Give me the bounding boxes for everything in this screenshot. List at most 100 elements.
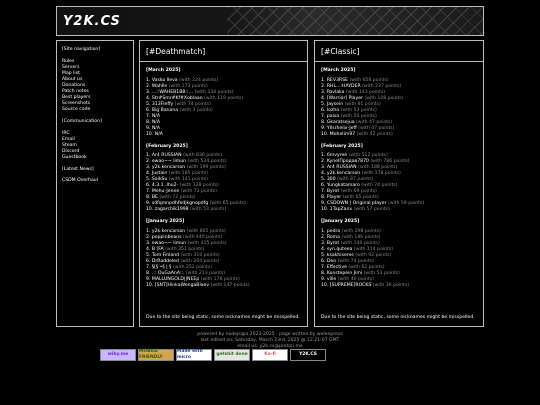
rank-number: 2. <box>321 235 326 241</box>
player-name: paisa <box>326 113 340 119</box>
badge-row: wiby.me MOBILE FRIENDLY Made with micro get… <box>100 349 326 361</box>
rank-number: 2. <box>146 159 151 165</box>
rank-number: 9. <box>321 201 326 207</box>
player-points: (with 114 points) <box>353 247 394 253</box>
rank-number: 5. <box>146 177 151 183</box>
player-name: Tom Finland <box>151 253 180 259</box>
rank-number: 4. <box>146 247 151 253</box>
player-points: (with 224 points) <box>179 77 219 83</box>
comm-link-guestbook[interactable]: Guestbook <box>62 155 128 161</box>
player-points: (with 74 points) <box>337 258 374 264</box>
ranking-list: 1. pedra (with 298 points) 2. Roma (with … <box>321 229 477 289</box>
rank-number: 8. <box>321 195 326 201</box>
player-name: Byrot <box>326 189 340 195</box>
player-points: (with 128 points) <box>179 183 219 189</box>
player-name: [SUPREME]ROCKS <box>329 282 372 288</box>
rank-number: 4. <box>321 171 326 177</box>
site-logo[interactable]: Y2K.CS <box>63 14 121 31</box>
badge-wiby-me[interactable]: wiby.me <box>100 349 136 361</box>
ranking-row: 10. [SUPREME]ROCKS (with 36 points) <box>321 283 477 289</box>
player-name: poppinbeans <box>151 235 182 241</box>
player-name: Vasko Ileva <box>151 77 178 83</box>
player-points: (with 57 points) <box>353 207 390 213</box>
ranking-list: 1. REV3RSE (with 658 points) 2. RHL...:HA… <box>321 78 477 138</box>
badge-made-with-micro[interactable]: Made with micro <box>176 349 212 361</box>
player-name: Konstepein Jimi <box>326 270 363 276</box>
rank-number: 5. <box>321 177 326 183</box>
player-name: §[§ •§ | § <box>151 264 172 270</box>
player-points: (with 65 points) <box>342 195 379 201</box>
player-points: (with 69 points) <box>340 189 377 195</box>
player-name: Justain <box>151 171 168 177</box>
player-points: (with 50 points) <box>340 113 377 119</box>
ranking-row: 10. N/A <box>146 132 301 138</box>
rank-number: 1. <box>321 229 326 235</box>
nav-link-source-code[interactable]: Source code <box>62 107 128 113</box>
player-points: (with 186 points) <box>341 235 381 241</box>
rank-number: 7. <box>146 264 151 270</box>
player-points: (with 74 points) <box>361 183 398 189</box>
rank-number: 10. <box>321 131 329 137</box>
player-points: (with 213 points) <box>185 270 226 276</box>
rank-number: 6. <box>146 107 151 113</box>
player-name: syn.quteea <box>326 247 353 253</box>
player-points: (with 143 points) <box>345 89 386 95</box>
player-name: 1TapZanx <box>329 207 353 213</box>
player-points: (with 42 points) <box>356 131 393 137</box>
player-name: zagarchik1998 <box>154 207 189 213</box>
player-points: (with 134 points) <box>194 89 234 95</box>
badge-mobile-friendly[interactable]: MOBILE FRIENDLY <box>138 349 174 361</box>
player-name: Ar4 RUSSIAN <box>151 153 182 159</box>
player-points: (with 141 points) <box>168 177 208 183</box>
badge-y2k-cs[interactable]: Y2K.CS <box>290 349 326 361</box>
nav-links: Rules Servers Map list About us Donations Pat… <box>62 59 128 113</box>
player-points: (with 176 points) <box>200 276 240 282</box>
month-heading: [February 2025] <box>321 143 363 149</box>
rank-number: 4. <box>146 171 151 177</box>
month-heading: [March 2025] <box>146 67 181 73</box>
player-points: (with 87 points) <box>337 177 374 183</box>
rank-number: 3. <box>146 89 151 95</box>
player-points: (with 836 points) <box>183 153 223 159</box>
rank-number: 3. <box>321 89 326 95</box>
player-name: MALLUNGOLD||NEEp <box>151 276 200 282</box>
site-banner[interactable]: Y2K.CS <box>56 6 484 36</box>
rank-number: 6. <box>321 258 326 264</box>
badge-ko-fi[interactable]: Ko-fi <box>252 349 288 361</box>
rank-number: 5. <box>321 101 326 107</box>
player-points: (with 73 points) <box>180 189 217 195</box>
player-points: (with 237 points) <box>362 83 402 89</box>
rank-number: 4. <box>146 95 151 101</box>
rank-number: 5. <box>321 253 326 259</box>
rank-number: 10. <box>146 207 154 213</box>
rank-number: 3. <box>321 241 326 247</box>
ranking-list: 1. 6mvyree (with 512 points) 2. KyneIПрод… <box>321 153 477 213</box>
player-points: (with 264 points) <box>180 258 220 264</box>
communication-links: IRC Email Steam Discord Guestbook <box>62 131 128 161</box>
divider <box>315 60 483 62</box>
player-name: Effective <box>326 264 347 270</box>
player-name: YIlsrhelix-Jeff <box>326 125 357 131</box>
news-link-csdm-overhaul[interactable]: CSDM Overhaul <box>62 178 128 184</box>
rank-number: 9. <box>146 276 151 282</box>
rank-number: 5. <box>146 101 151 107</box>
rank-number: 10. <box>321 207 329 213</box>
ranking-list: 1. Vasko Ileva (with 224 points) 2. Wahll… <box>146 78 301 138</box>
player-name: Byrot <box>326 241 340 247</box>
player-name: BE <box>151 195 158 201</box>
badge-getshit-done[interactable]: getshit done <box>214 349 250 361</box>
rank-number: 2. <box>146 235 151 241</box>
divider <box>140 60 307 62</box>
rank-number: 10. <box>146 131 154 137</box>
player-points: (with 512 points) <box>348 153 388 159</box>
player-points: (with 351 points) <box>165 247 205 253</box>
rank-number: 3. <box>146 165 151 171</box>
rank-number: 8. <box>146 119 151 125</box>
player-name: DrRaddeled <box>151 258 179 264</box>
rank-number: 6. <box>146 258 151 264</box>
player-points: (with 524 points) <box>187 159 227 165</box>
player-points: (with 140 points) <box>340 241 380 247</box>
rank-number: 1. <box>146 153 151 159</box>
player-name: y2k.kencarson <box>151 165 186 171</box>
player-name: Wahlle <box>151 83 168 89</box>
